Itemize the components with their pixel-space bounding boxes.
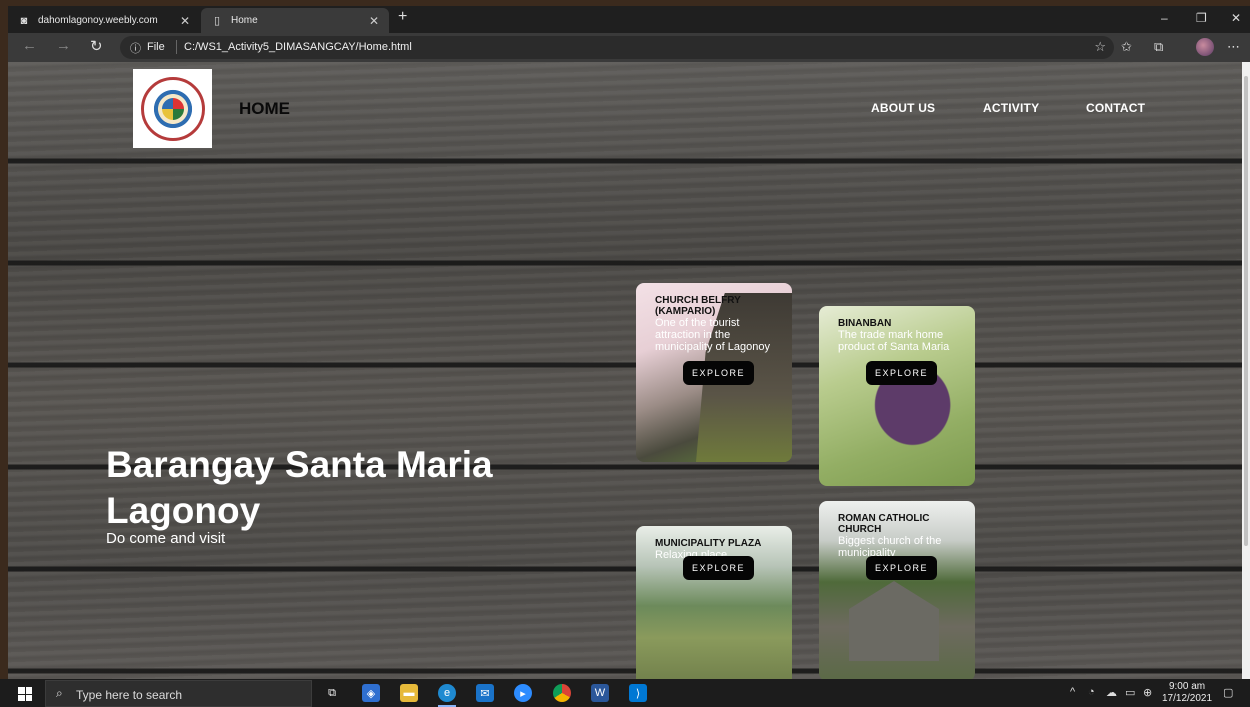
divider	[176, 40, 177, 54]
zoom-icon[interactable]: ▸	[514, 684, 532, 702]
clock-date: 17/12/2021	[1162, 693, 1213, 704]
url-text[interactable]: C:/WS1_Activity5_DIMASANGCAY/Home.html	[184, 41, 412, 53]
network-icon[interactable]: ◔	[1088, 686, 1095, 698]
info-icon[interactable]: ⓘ	[130, 40, 141, 56]
browser-tab-strip: ◙ dahomlagonoy.weebly.com ✕ ▯ Home ✕ + –…	[8, 6, 1250, 33]
taskbar-clock[interactable]: 9:00 am 17/12/2021	[1162, 681, 1212, 705]
taskbar-search[interactable]: ⌕ Type here to search	[45, 680, 312, 707]
nav-activity[interactable]: ACTIVITY	[983, 101, 1039, 115]
card-title: ROMAN CATHOLIC CHURCH	[838, 513, 930, 535]
card-roman-catholic-church: ROMAN CATHOLIC CHURCH Biggest church of …	[819, 501, 975, 679]
windows-start-icon[interactable]	[18, 687, 32, 701]
page-scrollbar[interactable]	[1242, 62, 1250, 679]
explore-button[interactable]: EXPLORE	[683, 361, 754, 385]
window-close-icon[interactable]: ✕	[1231, 11, 1241, 25]
task-view-icon[interactable]: ⧉	[323, 684, 341, 702]
address-field[interactable]: ⓘ File C:/WS1_Activity5_DIMASANGCAY/Home…	[120, 36, 1114, 59]
address-toolbar: ← → ↻ ⓘ File C:/WS1_Activity5_DIMASANGCA…	[8, 33, 1250, 62]
new-tab-icon[interactable]: +	[398, 8, 407, 26]
tab-title: dahomlagonoy.weebly.com	[38, 15, 158, 26]
explore-button[interactable]: EXPLORE	[683, 556, 754, 580]
more-icon[interactable]: ⋯	[1227, 39, 1240, 55]
tab-weebly[interactable]: ◙ dahomlagonoy.weebly.com ✕	[8, 8, 200, 33]
municipal-seal-icon	[140, 76, 205, 141]
favorites-icon[interactable]: ✩	[1121, 39, 1132, 55]
refresh-icon[interactable]: ↻	[90, 37, 103, 55]
close-icon[interactable]: ✕	[180, 14, 190, 28]
collections-icon[interactable]: ⧉	[1154, 39, 1163, 55]
church-image	[849, 581, 939, 661]
explore-button[interactable]: EXPLORE	[866, 361, 937, 385]
profile-avatar[interactable]	[1196, 38, 1214, 56]
nav-about-us[interactable]: ABOUT US	[871, 101, 935, 115]
close-icon[interactable]: ✕	[369, 14, 379, 28]
card-title: CHURCH BELFRY (KAMPARIO)	[655, 295, 741, 317]
edge-icon[interactable]: e	[438, 684, 456, 707]
language-icon[interactable]: ⊕	[1143, 686, 1152, 699]
card-title: MUNICIPALITY PLAZA	[655, 538, 762, 549]
notification-icon[interactable]: ▢	[1223, 686, 1233, 699]
search-placeholder: Type here to search	[76, 688, 183, 702]
mail-icon[interactable]: ✉	[476, 684, 494, 702]
tab-home[interactable]: ▯ Home ✕	[201, 8, 389, 33]
battery-icon[interactable]: ▭	[1125, 686, 1135, 699]
card-church-belfry: CHURCH BELFRY (KAMPARIO) One of the tour…	[636, 283, 792, 462]
onedrive-icon[interactable]: ☁	[1106, 686, 1117, 699]
site-logo[interactable]	[133, 69, 212, 148]
card-municipality-plaza: MUNICIPALITY PLAZA Relaxing place EXPLOR…	[636, 526, 792, 679]
card-description: The trade mark home product of Santa Mar…	[838, 329, 950, 353]
store-icon[interactable]: ◈	[362, 684, 380, 702]
tab-title: Home	[231, 15, 258, 26]
hero-subtitle: Do come and visit	[106, 530, 226, 547]
scheme-label: File	[147, 41, 165, 53]
page-icon: ▯	[213, 15, 221, 27]
back-icon[interactable]: ←	[22, 37, 37, 54]
nav-home[interactable]: HOME	[239, 99, 290, 119]
minimize-icon[interactable]: –	[1161, 11, 1168, 25]
file-explorer-icon[interactable]: ▬	[400, 684, 418, 702]
card-description: One of the tourist attraction in the mun…	[655, 317, 770, 353]
add-favorite-icon[interactable]: ☆	[1094, 39, 1106, 55]
chevron-up-icon[interactable]: ^	[1070, 686, 1075, 698]
word-icon[interactable]: W	[591, 684, 609, 702]
search-icon: ⌕	[56, 686, 63, 700]
card-binanban: BINANBAN The trade mark home product of …	[819, 306, 975, 486]
vscode-icon[interactable]: ⟩	[629, 684, 647, 702]
windows-taskbar: ⌕ Type here to search ⧉ ◈ ▬ e ✉ ▸ W ⟩ ^ …	[0, 679, 1250, 707]
restore-icon[interactable]: ❐	[1196, 11, 1207, 25]
clock-time: 9:00 am	[1168, 681, 1206, 692]
chrome-icon[interactable]	[553, 684, 571, 702]
weebly-icon: ◙	[20, 14, 28, 27]
page-viewport: HOME ABOUT US ACTIVITY CONTACT Barangay …	[8, 62, 1242, 679]
nav-contact[interactable]: CONTACT	[1086, 101, 1145, 115]
explore-button[interactable]: EXPLORE	[866, 556, 937, 580]
hero-title: Barangay Santa Maria Lagonoy	[106, 444, 493, 531]
card-title: BINANBAN	[838, 318, 892, 329]
forward-icon[interactable]: →	[56, 37, 71, 54]
